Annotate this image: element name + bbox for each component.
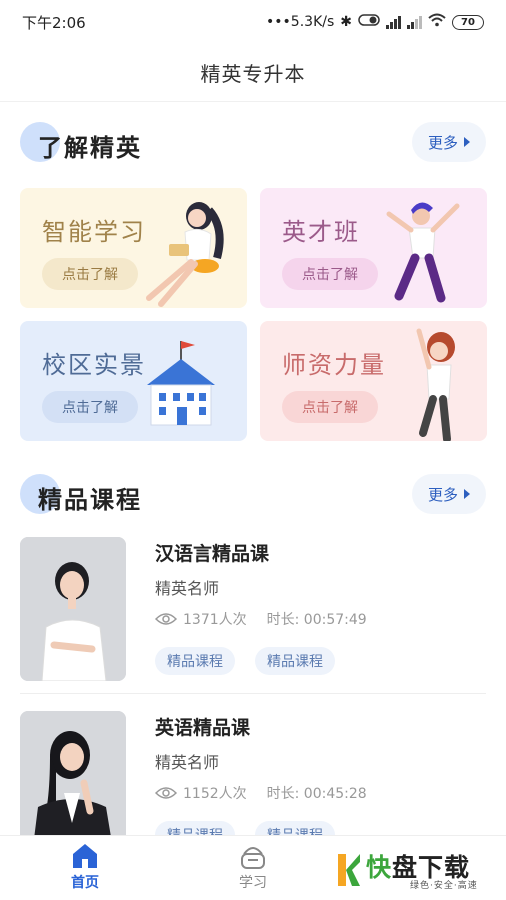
learn-more-button[interactable]: 点击了解 — [282, 258, 378, 290]
section-title: 了解精英 — [38, 134, 142, 162]
course-meta: 1152人次 时长: 00:45:28 — [155, 783, 367, 803]
more-label: 更多 — [427, 485, 458, 504]
card-title: 英才班 — [282, 218, 360, 246]
status-icons: •••5.3K/s ✱ 70 — [266, 13, 484, 31]
cheering-boy-illustration — [386, 202, 460, 303]
learn-more-button[interactable]: 点击了解 — [42, 391, 138, 423]
status-bar: 下午2:06 •••5.3K/s ✱ 70 — [0, 0, 506, 44]
section-header-courses: 精品课程 更多 — [0, 474, 506, 520]
toggle-icon — [358, 14, 380, 30]
card-campus-view[interactable]: 校区实景 点击了解 — [20, 321, 247, 441]
course-tag: 精品课程 — [255, 647, 335, 675]
section-header-about: 了解精英 更多 — [0, 122, 506, 168]
watermark-logo: 快盘下载 绿色·安全·高速 — [334, 848, 504, 892]
course-duration: 时长: 00:45:28 — [266, 786, 367, 802]
signal-icon — [386, 15, 401, 29]
learn-more-button[interactable]: 点击了解 — [282, 391, 378, 423]
course-teacher: 精英名师 — [155, 579, 220, 598]
eye-icon — [155, 787, 177, 799]
course-tags: 精品课程 精品课程 — [155, 647, 335, 675]
course-item[interactable]: 汉语言精品课 精英名师 1371人次 时长: 00:57:49 精品课程 精品课… — [0, 537, 506, 697]
course-meta: 1371人次 时长: 00:57:49 — [155, 609, 367, 629]
card-elite-class[interactable]: 英才班 点击了解 — [260, 188, 487, 308]
arrow-right-icon — [464, 137, 470, 147]
card-smart-learning[interactable]: 智能学习 点击了解 — [20, 188, 247, 308]
course-duration: 时长: 00:57:49 — [266, 612, 367, 628]
net-speed: •••5.3K/s — [266, 14, 335, 30]
page-title: 精英专升本 — [200, 62, 306, 86]
learn-more-button[interactable]: 点击了解 — [42, 258, 138, 290]
bluetooth-icon: ✱ — [340, 14, 352, 30]
tab-label: 首页 — [71, 875, 99, 891]
wifi-icon — [428, 13, 446, 31]
eye-icon — [155, 613, 177, 625]
course-tag: 精品课程 — [155, 647, 235, 675]
tab-study[interactable]: 学习 — [213, 842, 293, 892]
status-time: 下午2:06 — [22, 13, 86, 32]
home-icon — [73, 844, 97, 868]
tab-home[interactable]: 首页 — [45, 842, 125, 892]
study-icon — [241, 847, 265, 869]
more-button-courses[interactable]: 更多 — [412, 474, 486, 514]
arrow-right-icon — [464, 489, 470, 499]
signal-secondary-icon — [407, 15, 422, 29]
k-logo-icon — [338, 854, 360, 886]
course-title: 英语精品课 — [155, 717, 251, 739]
battery-icon: 70 — [452, 14, 484, 30]
reading-girl-illustration — [146, 202, 224, 307]
course-views: 1152人次 — [183, 786, 247, 802]
section-title: 精品课程 — [38, 486, 142, 514]
divider — [20, 693, 486, 694]
school-building-illustration — [147, 341, 215, 426]
watermark-slogan: 绿色·安全·高速 — [410, 881, 478, 891]
teacher-illustration — [416, 328, 455, 441]
nav-bar: 精英专升本 — [0, 44, 506, 102]
tab-label: 学习 — [239, 875, 267, 891]
teacher-photo — [20, 711, 126, 855]
course-title: 汉语言精品课 — [155, 543, 270, 565]
card-faculty[interactable]: 师资力量 点击了解 — [260, 321, 487, 441]
course-views: 1371人次 — [183, 612, 247, 628]
course-teacher: 精英名师 — [155, 753, 220, 772]
more-label: 更多 — [427, 133, 458, 152]
more-button-about[interactable]: 更多 — [412, 122, 486, 162]
teacher-photo — [20, 537, 126, 681]
